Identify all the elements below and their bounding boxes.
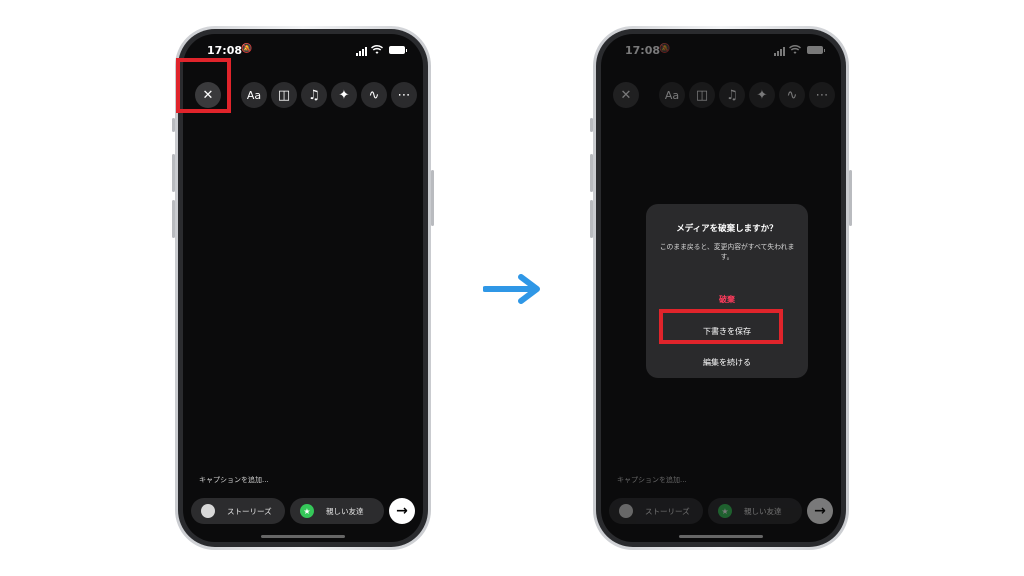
close-friends-button[interactable]: ★ 親しい友達: [290, 498, 384, 524]
status-bar: 17:08 🔕: [183, 42, 423, 58]
signal-icon: [774, 47, 785, 56]
more-button[interactable]: ⋯: [391, 82, 417, 108]
stories-button[interactable]: ストーリーズ: [191, 498, 285, 524]
story-editor-screen: 17:08 🔕 ✕ Aa ◫ ♫ ✦ ∿ ⋯ キャプションを追加... ストーリ…: [183, 34, 423, 542]
stories-label: ストーリーズ: [227, 506, 272, 516]
music-button[interactable]: ♫: [301, 82, 327, 108]
effects-button[interactable]: ✦: [331, 82, 357, 108]
stories-label: ストーリーズ: [645, 506, 690, 516]
editor-toolbar: ✕ Aa ◫ ♫ ✦ ∿ ⋯: [601, 82, 841, 108]
avatar: [201, 504, 215, 518]
status-time: 17:08: [625, 44, 661, 57]
left-phone: 17:08 🔕 ✕ Aa ◫ ♫ ✦ ∿ ⋯ キャプションを追加... ストーリ…: [172, 26, 434, 550]
battery-icon: [389, 46, 407, 54]
share-bar: ストーリーズ ★ 親しい友達 →: [191, 498, 415, 524]
volume-up-button: [172, 154, 175, 192]
sticker-button[interactable]: ◫: [271, 82, 297, 108]
sticker-button[interactable]: ◫: [689, 82, 715, 108]
bell-mute-icon: 🔕: [241, 44, 253, 54]
text-tool-button[interactable]: Aa: [241, 82, 267, 108]
close-friends-label: 親しい友達: [744, 506, 782, 516]
caption-input[interactable]: キャプションを追加...: [199, 475, 269, 485]
arrow-right-icon: [482, 273, 543, 309]
editor-toolbar: ✕ Aa ◫ ♫ ✦ ∿ ⋯: [183, 82, 423, 108]
stories-button[interactable]: ストーリーズ: [609, 498, 703, 524]
signal-icon: [356, 47, 367, 56]
share-bar: ストーリーズ ★ 親しい友達 →: [609, 498, 833, 524]
more-icon: ⋯: [397, 87, 411, 103]
story-editor-screen: 17:08 🔕 ✕ Aa ◫ ♫ ✦ ∿ ⋯ キャプションを追加... ストーリ…: [601, 34, 841, 542]
effects-button[interactable]: ✦: [749, 82, 775, 108]
draw-icon: ∿: [368, 87, 380, 103]
music-icon: ♫: [726, 87, 738, 103]
power-button: [431, 170, 434, 226]
close-friends-button[interactable]: ★ 親しい友達: [708, 498, 802, 524]
dialog-message: このまま戻ると、変更内容がすべて失われます。: [659, 243, 795, 261]
text-tool-button[interactable]: Aa: [659, 82, 685, 108]
arrow-right-icon: →: [814, 503, 826, 519]
text-icon: Aa: [246, 88, 262, 102]
music-icon: ♫: [308, 87, 320, 103]
wifi-icon: [788, 45, 802, 58]
effects-icon: ✦: [756, 87, 768, 103]
close-icon: ✕: [202, 87, 214, 103]
send-button[interactable]: →: [389, 498, 415, 524]
sticker-icon: ◫: [695, 87, 709, 103]
continue-editing-button[interactable]: 編集を続ける: [646, 357, 808, 368]
draw-button[interactable]: ∿: [361, 82, 387, 108]
home-indicator: [261, 535, 345, 538]
side-button: [172, 118, 175, 132]
arrow-right-icon: →: [396, 503, 408, 519]
close-button[interactable]: ✕: [613, 82, 639, 108]
close-button[interactable]: ✕: [195, 82, 221, 108]
bell-mute-icon: 🔕: [659, 44, 671, 54]
battery-icon: [807, 46, 825, 54]
effects-icon: ✦: [338, 87, 350, 103]
save-draft-button[interactable]: 下書きを保存: [646, 326, 808, 337]
discard-button[interactable]: 破棄: [646, 294, 808, 305]
send-button[interactable]: →: [807, 498, 833, 524]
volume-down-button: [172, 200, 175, 238]
status-time: 17:08: [207, 44, 243, 57]
more-icon: ⋯: [815, 87, 829, 103]
dialog-title: メディアを破棄しますか？: [676, 224, 778, 234]
draw-button[interactable]: ∿: [779, 82, 805, 108]
right-phone: 17:08 🔕 ✕ Aa ◫ ♫ ✦ ∿ ⋯ キャプションを追加... ストーリ…: [590, 26, 852, 550]
volume-down-button: [590, 200, 593, 238]
music-button[interactable]: ♫: [719, 82, 745, 108]
wifi-icon: [370, 45, 384, 58]
close-icon: ✕: [620, 87, 632, 103]
caption-input[interactable]: キャプションを追加...: [617, 475, 687, 485]
close-friends-label: 親しい友達: [326, 506, 364, 516]
text-icon: Aa: [664, 88, 680, 102]
power-button: [849, 170, 852, 226]
more-button[interactable]: ⋯: [809, 82, 835, 108]
status-bar: 17:08 🔕: [601, 42, 841, 58]
volume-up-button: [590, 154, 593, 192]
discard-media-dialog: メディアを破棄しますか？ このまま戻ると、変更内容がすべて失われます。 破棄 下…: [646, 204, 808, 378]
avatar: [619, 504, 633, 518]
side-button: [590, 118, 593, 132]
star-icon: ★: [300, 504, 314, 518]
draw-icon: ∿: [786, 87, 798, 103]
star-icon: ★: [718, 504, 732, 518]
sticker-icon: ◫: [277, 87, 291, 103]
home-indicator: [679, 535, 763, 538]
